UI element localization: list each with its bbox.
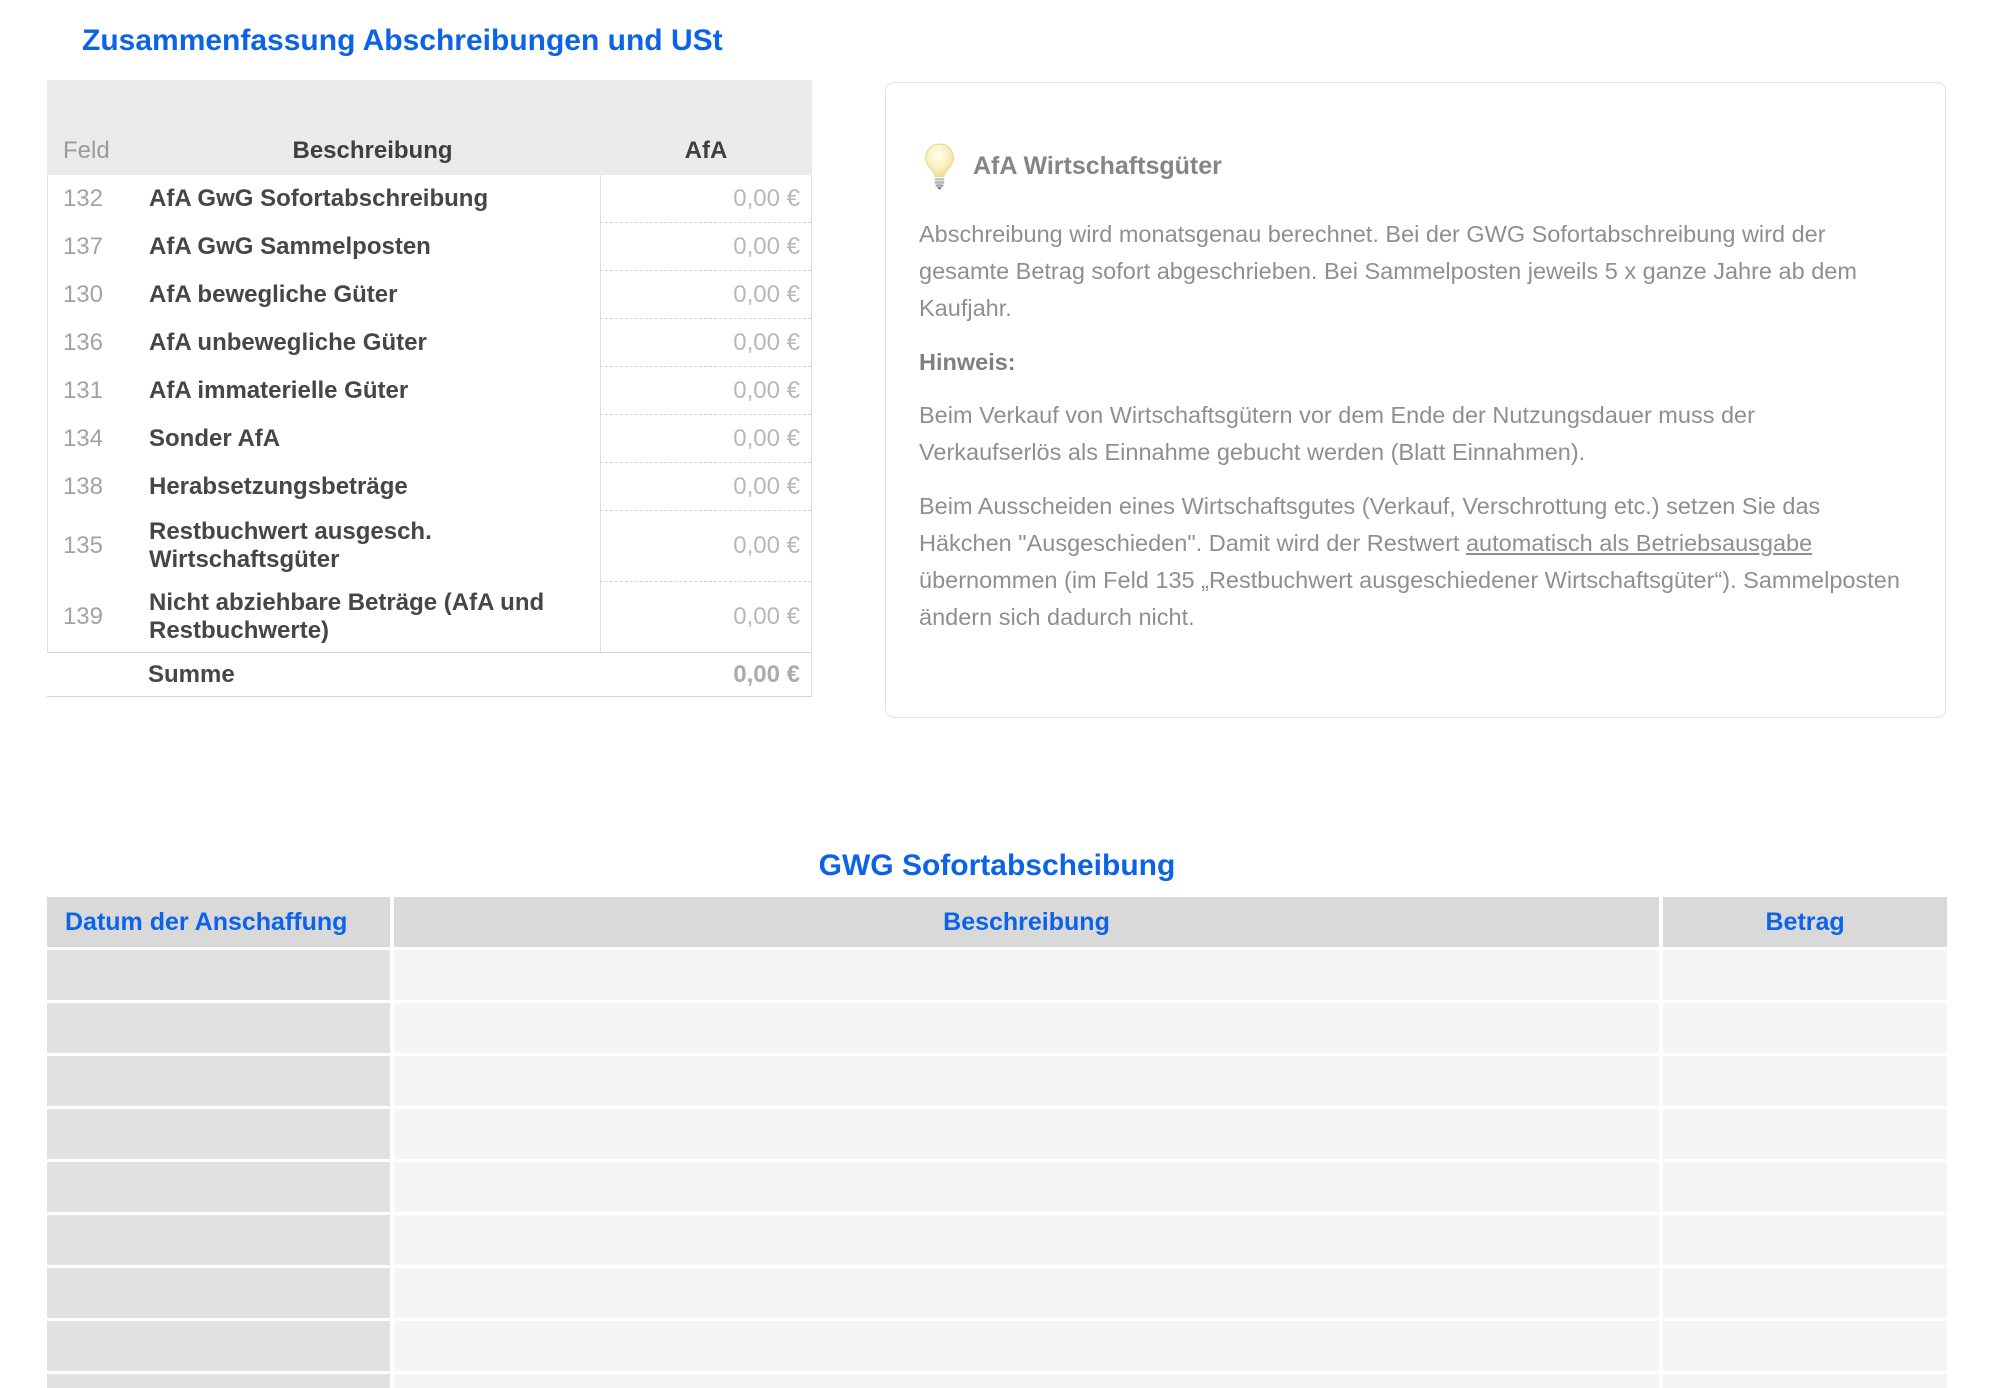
summe-label: Summe xyxy=(47,661,599,689)
table-row: 137 AfA GwG Sammelposten 0,00 € xyxy=(48,223,811,271)
table-row: 131 AfA immaterielle Güter 0,00 € xyxy=(48,367,811,415)
hinweis-label: Hinweis: xyxy=(919,344,1903,381)
feld-number: 131 xyxy=(48,367,145,415)
feld-number: 136 xyxy=(48,319,145,367)
table-row: 134 Sonder AfA 0,00 € xyxy=(48,415,811,463)
row-description: AfA GwG Sofortabschreibung xyxy=(145,175,600,223)
info-paragraph: Beim Ausscheiden eines Wirtschaftsgutes … xyxy=(919,488,1903,636)
gwg-empty-row xyxy=(47,1268,1947,1318)
column-header-afa: AfA xyxy=(600,137,812,175)
summary-table-body: 132 AfA GwG Sofortabschreibung 0,00 € 13… xyxy=(47,175,812,652)
row-description: AfA GwG Sammelposten xyxy=(145,223,600,271)
row-description: AfA immaterielle Güter xyxy=(145,367,600,415)
betrag-cell[interactable] xyxy=(1663,1109,1947,1159)
column-header-datum: Datum der Anschaffung xyxy=(47,897,390,947)
beschreibung-cell[interactable] xyxy=(394,1056,1659,1106)
datum-cell[interactable] xyxy=(47,1003,390,1053)
datum-cell[interactable] xyxy=(47,1268,390,1318)
beschreibung-cell[interactable] xyxy=(394,1215,1659,1265)
feld-number: 137 xyxy=(48,223,145,271)
column-header-beschreibung: Beschreibung xyxy=(145,137,600,175)
betrag-cell[interactable] xyxy=(1663,1268,1947,1318)
gwg-empty-row xyxy=(47,1162,1947,1212)
feld-number: 132 xyxy=(48,175,145,223)
betrag-cell[interactable] xyxy=(1663,1056,1947,1106)
feld-number: 135 xyxy=(48,511,145,582)
datum-cell[interactable] xyxy=(47,1321,390,1371)
beschreibung-cell[interactable] xyxy=(394,1268,1659,1318)
summary-table: Feld Beschreibung AfA 132 AfA GwG Sofort… xyxy=(47,80,812,697)
afa-value-cell[interactable]: 0,00 € xyxy=(600,223,811,271)
summe-row: Summe 0,00 € xyxy=(47,652,812,697)
betrag-cell[interactable] xyxy=(1663,1162,1947,1212)
feld-number: 138 xyxy=(48,463,145,511)
row-description: Nicht abziehbare Beträge (AfA und Restbu… xyxy=(145,582,600,653)
info-panel-heading: AfA Wirtschaftsgüter xyxy=(973,152,1222,181)
afa-value-cell[interactable]: 0,00 € xyxy=(600,511,811,582)
gwg-empty-row xyxy=(47,1374,1947,1388)
gwg-empty-row xyxy=(47,1109,1947,1159)
feld-number: 130 xyxy=(48,271,145,319)
underlined-text: automatisch als Betriebsausgabe xyxy=(1466,530,1812,556)
column-header-feld: Feld xyxy=(47,137,145,175)
gwg-empty-row xyxy=(47,1056,1947,1106)
gwg-empty-row xyxy=(47,1003,1947,1053)
table-row: 136 AfA unbewegliche Güter 0,00 € xyxy=(48,319,811,367)
row-description: AfA bewegliche Güter xyxy=(145,271,600,319)
betrag-cell[interactable] xyxy=(1663,1321,1947,1371)
row-description: Herabsetzungsbeträge xyxy=(145,463,600,511)
afa-value-cell[interactable]: 0,00 € xyxy=(600,271,811,319)
beschreibung-cell[interactable] xyxy=(394,1162,1659,1212)
betrag-cell[interactable] xyxy=(1663,1215,1947,1265)
row-description: AfA unbewegliche Güter xyxy=(145,319,600,367)
datum-cell[interactable] xyxy=(47,1109,390,1159)
datum-cell[interactable] xyxy=(47,1374,390,1388)
afa-value-cell[interactable]: 0,00 € xyxy=(600,367,811,415)
info-panel: AfA Wirtschaftsgüter Abschreibung wird m… xyxy=(885,82,1946,718)
feld-number: 139 xyxy=(48,582,145,653)
summary-title: Zusammenfassung Abschreibungen und USt xyxy=(82,24,723,58)
summe-value: 0,00 € xyxy=(599,661,811,689)
table-row: 139 Nicht abziehbare Beträge (AfA und Re… xyxy=(48,582,811,653)
datum-cell[interactable] xyxy=(47,1215,390,1265)
row-description: Sonder AfA xyxy=(145,415,600,463)
datum-cell[interactable] xyxy=(47,950,390,1000)
betrag-cell[interactable] xyxy=(1663,1003,1947,1053)
gwg-empty-row xyxy=(47,950,1947,1000)
afa-value-cell[interactable]: 0,00 € xyxy=(600,582,811,653)
datum-cell[interactable] xyxy=(47,1056,390,1106)
summary-table-header: Feld Beschreibung AfA xyxy=(47,80,812,175)
feld-number: 134 xyxy=(48,415,145,463)
beschreibung-cell[interactable] xyxy=(394,950,1659,1000)
column-header-beschreibung: Beschreibung xyxy=(394,897,1659,947)
gwg-title: GWG Sofortabscheibung xyxy=(47,849,1947,883)
gwg-empty-row xyxy=(47,1215,1947,1265)
info-paragraph: Abschreibung wird monatsgenau berechnet.… xyxy=(919,216,1903,327)
table-row: 130 AfA bewegliche Güter 0,00 € xyxy=(48,271,811,319)
gwg-empty-row xyxy=(47,1321,1947,1371)
beschreibung-cell[interactable] xyxy=(394,1374,1659,1388)
afa-value-cell[interactable]: 0,00 € xyxy=(600,319,811,367)
table-row: 135 Restbuchwert ausgesch. Wirtschaftsgü… xyxy=(48,511,811,582)
beschreibung-cell[interactable] xyxy=(394,1109,1659,1159)
datum-cell[interactable] xyxy=(47,1162,390,1212)
table-row: 138 Herabsetzungsbeträge 0,00 € xyxy=(48,463,811,511)
afa-value-cell[interactable]: 0,00 € xyxy=(600,415,811,463)
beschreibung-cell[interactable] xyxy=(394,1321,1659,1371)
table-row: 132 AfA GwG Sofortabschreibung 0,00 € xyxy=(48,175,811,223)
lightbulb-icon xyxy=(924,143,955,190)
beschreibung-cell[interactable] xyxy=(394,1003,1659,1053)
betrag-cell[interactable] xyxy=(1663,1374,1947,1388)
afa-value-cell[interactable]: 0,00 € xyxy=(600,175,811,223)
betrag-cell[interactable] xyxy=(1663,950,1947,1000)
row-description: Restbuchwert ausgesch. Wirtschaftsgüter xyxy=(145,511,600,582)
gwg-table-header: Datum der Anschaffung Beschreibung Betra… xyxy=(47,897,1947,947)
gwg-section: GWG Sofortabscheibung Datum der Anschaff… xyxy=(47,849,1947,1388)
column-header-betrag: Betrag xyxy=(1663,897,1947,947)
info-paragraph: Beim Verkauf von Wirtschaftsgütern vor d… xyxy=(919,397,1903,471)
afa-value-cell[interactable]: 0,00 € xyxy=(600,463,811,511)
